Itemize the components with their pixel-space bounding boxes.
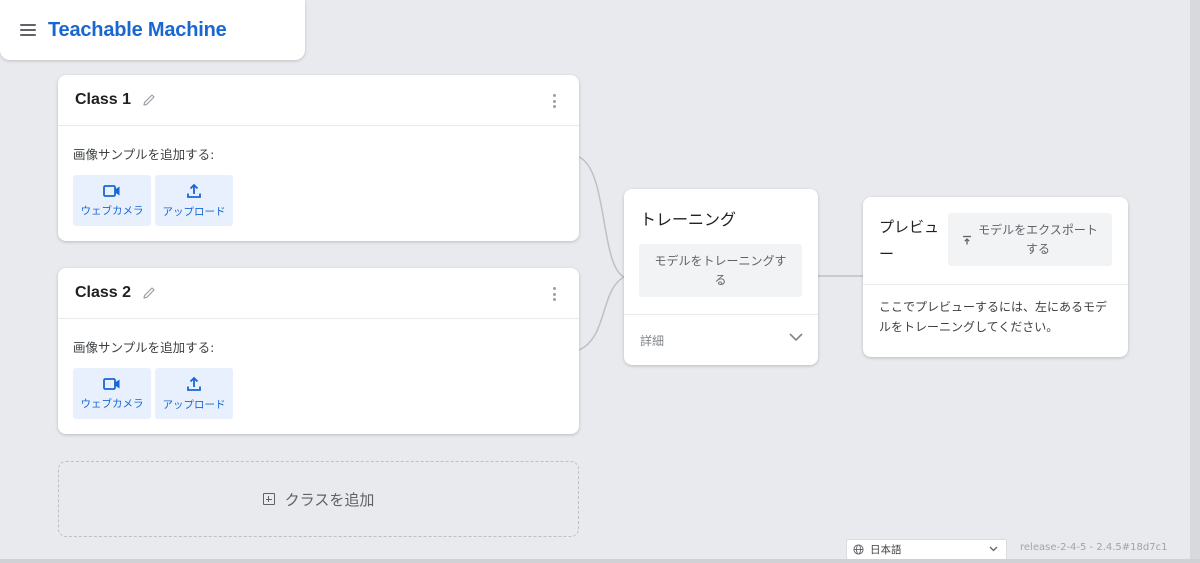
webcam-button[interactable]: ウェブカメラ bbox=[73, 175, 151, 226]
language-value: 日本語 bbox=[870, 544, 902, 556]
add-sample-label: 画像サンプルを追加する: bbox=[73, 340, 215, 355]
train-model-button[interactable]: モデルをトレーニングする bbox=[639, 244, 802, 297]
advanced-details-toggle[interactable]: 詳細 bbox=[624, 315, 818, 365]
preview-title: プレビュー bbox=[879, 218, 940, 263]
webcam-label: ウェブカメラ bbox=[80, 397, 144, 410]
add-box-icon bbox=[262, 493, 275, 505]
class-card-2: Class 2 画像サンプルを追加する: ウェブカメラ アップロード bbox=[58, 268, 579, 434]
more-options-icon[interactable] bbox=[553, 287, 557, 301]
export-model-button[interactable]: モデルをエクスポートする bbox=[948, 213, 1112, 266]
video-camera-icon bbox=[103, 377, 120, 390]
class-name[interactable]: Class 1 bbox=[75, 91, 131, 109]
app-title[interactable]: Teachable Machine bbox=[48, 19, 227, 42]
details-label: 詳細 bbox=[640, 333, 665, 348]
class-header: Class 1 bbox=[58, 75, 579, 126]
release-version: release-2-4-5 - 2.4.5#18d7c1 bbox=[1020, 542, 1168, 553]
upload-button[interactable]: アップロード bbox=[155, 175, 233, 226]
export-icon bbox=[963, 235, 971, 244]
training-card: トレーニング モデルをトレーニングする 詳細 bbox=[624, 189, 818, 365]
add-class-button[interactable]: クラスを追加 bbox=[58, 461, 579, 537]
more-options-icon[interactable] bbox=[553, 94, 557, 108]
chevron-down-icon bbox=[789, 333, 803, 342]
class-header: Class 2 bbox=[58, 268, 579, 319]
preview-message: ここでプレビューするには、左にあるモデルをトレーニングしてください。 bbox=[879, 300, 1108, 334]
divider bbox=[863, 284, 1128, 285]
pencil-icon[interactable] bbox=[141, 92, 157, 108]
chevron-down-icon bbox=[989, 546, 998, 552]
language-select[interactable]: 日本語 bbox=[846, 539, 1007, 560]
window-edge bbox=[0, 559, 1200, 563]
webcam-button[interactable]: ウェブカメラ bbox=[73, 368, 151, 419]
video-camera-icon bbox=[103, 184, 120, 197]
webcam-label: ウェブカメラ bbox=[80, 204, 144, 217]
training-title: トレーニング bbox=[640, 210, 737, 229]
add-sample-label: 画像サンプルを追加する: bbox=[73, 147, 215, 162]
app-header: Teachable Machine bbox=[0, 0, 305, 60]
class-card-1: Class 1 画像サンプルを追加する: ウェブカメラ アップロード bbox=[58, 75, 579, 241]
hamburger-menu-icon[interactable] bbox=[20, 24, 36, 36]
export-label: モデルをエクスポートする bbox=[978, 222, 1098, 256]
globe-icon bbox=[853, 544, 864, 555]
window-edge bbox=[1190, 0, 1200, 563]
class-name[interactable]: Class 2 bbox=[75, 284, 131, 302]
upload-icon bbox=[187, 183, 201, 198]
upload-icon bbox=[187, 376, 201, 391]
pencil-icon[interactable] bbox=[141, 285, 157, 301]
add-class-label: クラスを追加 bbox=[284, 490, 375, 509]
upload-label: アップロード bbox=[162, 205, 226, 218]
upload-label: アップロード bbox=[162, 398, 226, 411]
upload-button[interactable]: アップロード bbox=[155, 368, 233, 419]
preview-card: プレビュー モデルをエクスポートする ここでプレビューするには、左にあるモデルを… bbox=[863, 197, 1128, 357]
